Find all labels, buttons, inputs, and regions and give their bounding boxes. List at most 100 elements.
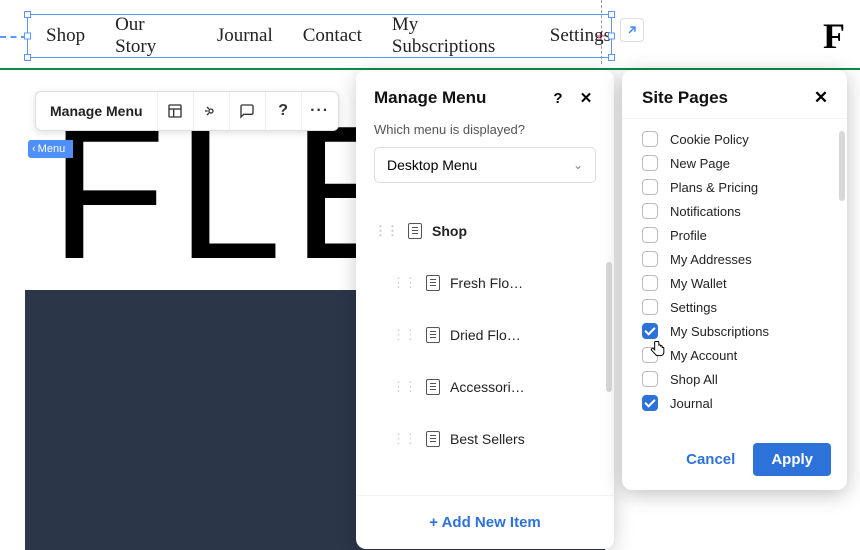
manage-menu-button[interactable]: Manage Menu bbox=[36, 92, 158, 130]
comment-icon[interactable] bbox=[230, 92, 266, 130]
checkbox[interactable] bbox=[642, 155, 658, 171]
resize-handle[interactable] bbox=[24, 54, 31, 61]
checkbox[interactable] bbox=[642, 131, 658, 147]
drag-handle-icon[interactable]: ⋮⋮ bbox=[392, 327, 416, 343]
nav-item[interactable]: Settings bbox=[550, 25, 611, 47]
page-icon bbox=[426, 275, 440, 291]
tree-item-label: Shop bbox=[432, 223, 596, 239]
menu-select-value: Desktop Menu bbox=[387, 157, 477, 173]
site-page-label: Settings bbox=[670, 300, 717, 315]
checkbox[interactable] bbox=[642, 179, 658, 195]
tree-item[interactable]: ⋮⋮ Accessori… bbox=[374, 361, 596, 413]
tree-item[interactable]: ⋮⋮ Best Sellers bbox=[374, 413, 596, 465]
close-icon[interactable]: ✕ bbox=[811, 88, 831, 108]
drag-handle-icon[interactable]: ⋮⋮ bbox=[392, 379, 416, 395]
close-icon[interactable]: ✕ bbox=[576, 89, 596, 107]
apply-button[interactable]: Apply bbox=[753, 443, 831, 476]
page-icon bbox=[426, 327, 440, 343]
site-page-label: My Addresses bbox=[670, 252, 752, 267]
site-page-row[interactable]: Notifications bbox=[642, 199, 847, 223]
chevron-left-icon: ‹ bbox=[32, 143, 36, 155]
checkbox[interactable] bbox=[642, 275, 658, 291]
site-page-row[interactable]: New Page bbox=[642, 151, 847, 175]
tree-item-label: Dried Flo… bbox=[450, 327, 596, 343]
site-pages-panel: Site Pages ✕ Cookie Policy New Page Plans … bbox=[622, 70, 847, 490]
scrollbar[interactable] bbox=[606, 262, 612, 392]
resize-handle[interactable] bbox=[608, 33, 615, 40]
site-page-row[interactable]: Profile bbox=[642, 223, 847, 247]
site-page-row[interactable]: My Subscriptions bbox=[642, 319, 847, 343]
stretch-toggle[interactable] bbox=[620, 18, 644, 42]
layout-icon[interactable] bbox=[158, 92, 194, 130]
checkbox[interactable] bbox=[642, 203, 658, 219]
panel-footer: Cancel Apply bbox=[622, 429, 847, 490]
site-pages-list-wrap: Cookie Policy New Page Plans & Pricing Noti… bbox=[622, 119, 847, 429]
tree-item-label: Fresh Flo… bbox=[450, 275, 596, 291]
cancel-button[interactable]: Cancel bbox=[686, 451, 735, 468]
site-page-row[interactable]: Journal bbox=[642, 391, 847, 415]
checkbox[interactable] bbox=[642, 347, 658, 363]
site-pages-list: Cookie Policy New Page Plans & Pricing Noti… bbox=[622, 127, 847, 415]
checkbox[interactable] bbox=[642, 299, 658, 315]
checkbox[interactable] bbox=[642, 227, 658, 243]
drag-handle-icon[interactable]: ⋮⋮ bbox=[392, 431, 416, 447]
panel-title: Site Pages bbox=[642, 88, 803, 108]
panel-title: Manage Menu bbox=[374, 88, 540, 108]
site-page-row[interactable]: My Account bbox=[642, 343, 847, 367]
element-breadcrumb[interactable]: ‹ Menu bbox=[28, 140, 73, 158]
site-page-label: Shop All bbox=[670, 372, 718, 387]
tree-item-label: Accessori… bbox=[450, 379, 596, 395]
site-page-row[interactable]: My Wallet bbox=[642, 271, 847, 295]
site-page-label: Notifications bbox=[670, 204, 741, 219]
chevron-down-icon: ⌄ bbox=[573, 158, 583, 172]
site-page-label: New Page bbox=[670, 156, 730, 171]
nav-item[interactable]: Contact bbox=[303, 25, 362, 47]
menu-tree: ⋮⋮ Shop ⋮⋮ Fresh Flo… ⋮⋮ Dried Flo… ⋮⋮ A… bbox=[374, 205, 596, 465]
resize-handle[interactable] bbox=[24, 11, 31, 18]
scrollbar[interactable] bbox=[839, 131, 845, 201]
page-icon bbox=[408, 223, 422, 239]
guide-line-left bbox=[0, 36, 27, 38]
nav-item[interactable]: Our Story bbox=[115, 14, 187, 58]
more-icon[interactable]: ··· bbox=[302, 92, 338, 130]
tree-item-label: Best Sellers bbox=[450, 431, 596, 447]
resize-handle[interactable] bbox=[608, 54, 615, 61]
page-icon bbox=[426, 431, 440, 447]
site-page-label: Journal bbox=[670, 396, 713, 411]
tree-item[interactable]: ⋮⋮ Fresh Flo… bbox=[374, 257, 596, 309]
nav-item[interactable]: Journal bbox=[217, 25, 273, 47]
add-new-item-button[interactable]: + Add New Item bbox=[356, 495, 614, 549]
drag-handle-icon[interactable]: ⋮⋮ bbox=[374, 223, 398, 239]
help-icon[interactable]: ? bbox=[548, 90, 568, 107]
help-icon[interactable]: ? bbox=[266, 92, 302, 130]
resize-handle[interactable] bbox=[608, 11, 615, 18]
site-page-row[interactable]: Shop All bbox=[642, 367, 847, 391]
nav-item[interactable]: My Subscriptions bbox=[392, 14, 520, 58]
checkbox[interactable] bbox=[642, 323, 658, 339]
tree-item[interactable]: ⋮⋮ Shop bbox=[374, 205, 596, 257]
site-page-row[interactable]: Cookie Policy bbox=[642, 127, 847, 151]
nav-menu-selection[interactable]: Shop Our Story Journal Contact My Subscr… bbox=[27, 14, 612, 58]
tree-item[interactable]: ⋮⋮ Dried Flo… bbox=[374, 309, 596, 361]
manage-menu-panel: Manage Menu ? ✕ Which menu is displayed?… bbox=[356, 70, 614, 549]
page-icon bbox=[426, 379, 440, 395]
nav-item[interactable]: Shop bbox=[46, 25, 85, 47]
site-page-label: My Subscriptions bbox=[670, 324, 769, 339]
checkbox[interactable] bbox=[642, 395, 658, 411]
menu-select[interactable]: Desktop Menu ⌄ bbox=[374, 147, 596, 183]
checkbox[interactable] bbox=[642, 251, 658, 267]
drag-handle-icon[interactable]: ⋮⋮ bbox=[392, 275, 416, 291]
panel-body: Which menu is displayed? Desktop Menu ⌄ … bbox=[356, 122, 614, 495]
site-page-row[interactable]: My Addresses bbox=[642, 247, 847, 271]
animation-icon[interactable] bbox=[194, 92, 230, 130]
site-logo: F bbox=[823, 15, 845, 57]
site-page-label: My Wallet bbox=[670, 276, 727, 291]
checkbox[interactable] bbox=[642, 371, 658, 387]
panel-header: Site Pages ✕ bbox=[622, 70, 847, 119]
element-toolbar: Manage Menu ? ··· bbox=[35, 91, 339, 131]
site-page-row[interactable]: Plans & Pricing bbox=[642, 175, 847, 199]
resize-handle[interactable] bbox=[24, 33, 31, 40]
site-page-row[interactable]: Settings bbox=[642, 295, 847, 319]
canvas-header: + Shop Our Story Journal Contact My Subs… bbox=[0, 0, 860, 69]
site-page-label: Profile bbox=[670, 228, 707, 243]
